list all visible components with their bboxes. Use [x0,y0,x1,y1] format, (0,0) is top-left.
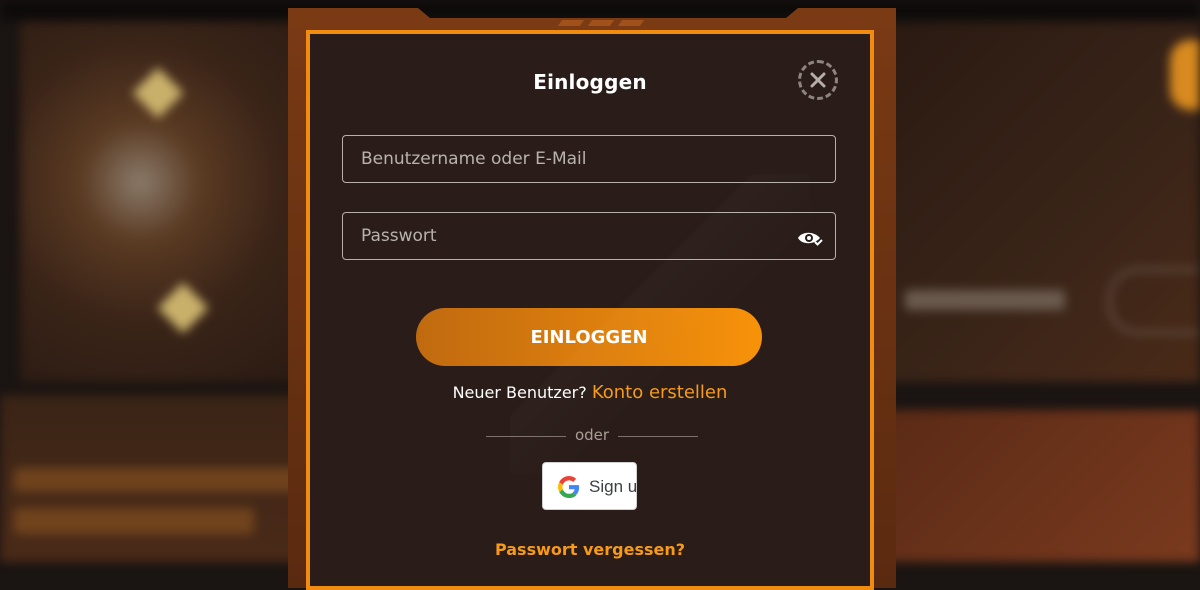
divider-line [486,436,566,437]
google-icon [558,476,580,498]
divider-text: oder [574,426,610,444]
background-promo-left [20,22,320,382]
background-promo-lower-right [880,410,1200,562]
new-user-text: Neuer Benutzer? [452,383,587,402]
background-shape [1170,40,1200,110]
modal-title: Einloggen [533,70,647,94]
new-user-prompt: Neuer Benutzer? Konto erstellen [310,382,870,403]
eye-icon[interactable] [796,228,824,248]
login-button[interactable]: EINLOGGEN [416,308,762,366]
close-button[interactable] [798,60,838,100]
background-button-outline [1108,268,1200,334]
forgot-password-link[interactable]: Passwort vergessen? [310,540,870,559]
close-icon [810,72,826,88]
google-signin-button[interactable]: Sign u [542,462,637,510]
frame-notch [557,20,585,26]
divider-line [618,436,698,437]
background-button [905,290,1065,310]
login-modal: Einloggen EINLOGGEN Neuer Benutzer? Kont… [306,30,874,590]
create-account-link[interactable]: Konto erstellen [592,382,728,403]
password-input[interactable] [342,212,836,260]
frame-notch [617,20,645,26]
background-text [14,508,254,534]
background-text [14,468,314,492]
google-button-label: Sign u [589,477,637,496]
background-topbar [0,0,1200,20]
frame-notch [587,20,615,26]
username-input[interactable] [342,135,836,183]
